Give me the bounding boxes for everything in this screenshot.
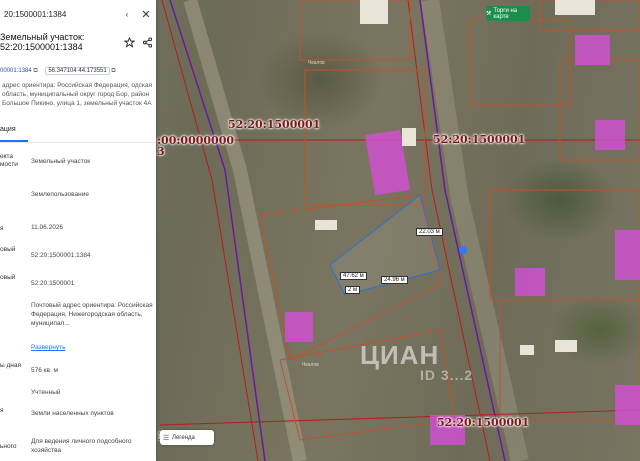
expand-link[interactable]: Развернуть [31, 343, 153, 352]
row-label: я [0, 407, 4, 414]
row-label: овый [0, 274, 16, 281]
roof [402, 128, 416, 146]
building[interactable] [575, 35, 610, 65]
parcel-boundary [159, 409, 640, 426]
row-value: 52:20:1500001 [31, 280, 75, 287]
roof [555, 0, 595, 15]
row-label: я [0, 225, 4, 232]
cadastral-label: 52:20:1500001 [228, 118, 321, 131]
cadastral-label: 3 [157, 145, 165, 158]
copy-icon[interactable]: ⧉ [33, 68, 37, 74]
legend-button[interactable]: ☰ Легенда [160, 430, 214, 445]
row-label: ьного [0, 443, 17, 450]
row-label: екта мости [0, 153, 18, 168]
panel-title: Земельный участок: 52:20:1500001:1384 [0, 32, 85, 52]
roof [520, 345, 534, 355]
star-icon[interactable] [120, 35, 138, 49]
road-label: Чкалов [308, 60, 325, 66]
layers-icon: ☰ [162, 434, 170, 442]
row-label: овый [0, 246, 16, 253]
road-label: Чкалов [302, 362, 319, 368]
row-value: 11.06.2026 [31, 224, 64, 231]
tab-information[interactable]: ация [0, 126, 16, 133]
building[interactable] [615, 385, 640, 425]
cad-number-copy[interactable]: 00001:1384 [0, 68, 32, 74]
panel-header: 20:1500001:1384 ‹ ✕ [0, 0, 156, 28]
row-value: 52:20:1500001:1384 [31, 252, 91, 259]
close-icon[interactable]: ✕ [136, 8, 156, 21]
panel-title-row: Земельный участок: 52:20:1500001:1384 [0, 32, 156, 52]
identifiers-row: 00001:1384 ⧉ 56.347104 44.173551 ⧉ [0, 67, 116, 75]
measure-label: 2 м [345, 286, 361, 294]
location-marker[interactable] [459, 246, 467, 254]
roof [555, 340, 577, 352]
roof [315, 220, 337, 230]
building[interactable] [515, 268, 545, 296]
info-panel: 20:1500001:1384 ‹ ✕ Земельный участок: 5… [0, 0, 156, 461]
coordinates[interactable]: 56.347104 44.173551 [45, 67, 110, 75]
row-value: Почтовый адрес ориентира: Российская Фед… [31, 302, 153, 327]
measure-label: 24.96 м [381, 276, 408, 284]
divider [0, 142, 156, 143]
share-icon[interactable] [138, 35, 156, 49]
building[interactable] [285, 312, 313, 342]
building[interactable] [615, 230, 640, 280]
measure-label: 47.62 м [340, 272, 367, 280]
watermark: ЦИАН ID 3...2 [360, 340, 474, 383]
collapse-icon[interactable]: ‹ [118, 7, 136, 21]
row-value: Земельный участок [31, 158, 91, 165]
cadastral-label: :00:0000000 [157, 134, 235, 147]
address-text: адрес ориентира: Российская Федерация, о… [2, 82, 152, 107]
torgi-button[interactable]: ⚒ Торги на карте [486, 6, 530, 21]
copy-icon[interactable]: ⧉ [111, 68, 115, 74]
row-value: Для ведения личного подсобного хозяйства [31, 438, 132, 454]
row-value: Землепользование [31, 191, 89, 198]
cadastral-label: 52:20:1500001 [437, 416, 530, 429]
row-value: 576 кв. м [31, 367, 59, 374]
row-label: ы дная [0, 362, 21, 369]
cadastral-number: 20:1500001:1384 [4, 9, 67, 19]
parcel[interactable] [469, 19, 571, 106]
cadastral-label: 52:20:1500001 [433, 133, 526, 146]
hammer-icon: ⚒ [486, 11, 492, 17]
measure-label: 22.03 м [416, 228, 443, 236]
row-value: Земли населенных пунктов [31, 410, 114, 417]
building[interactable] [595, 120, 625, 150]
roof [360, 0, 388, 24]
row-value: Учтенный [31, 389, 61, 396]
parcel[interactable] [299, 0, 411, 61]
road [183, 0, 307, 461]
